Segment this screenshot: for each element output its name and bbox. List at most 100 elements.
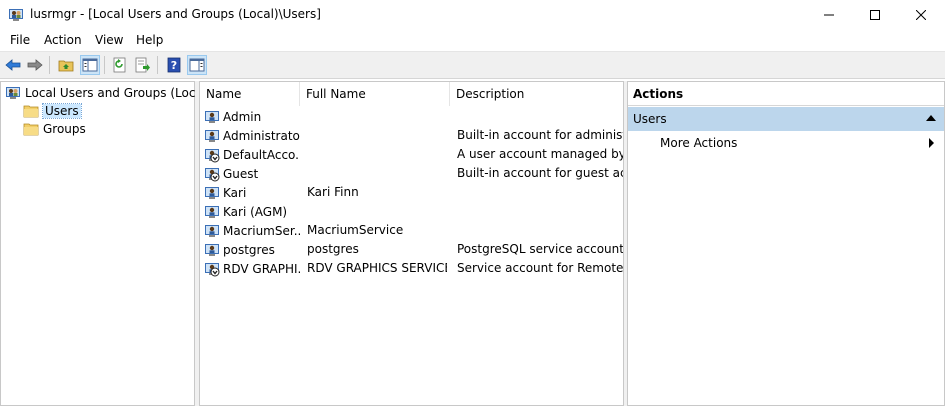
title-bar[interactable]: lusrmgr - [Local Users and Groups (Local… <box>0 0 945 30</box>
actions-section-users[interactable]: Users <box>628 107 944 131</box>
users-app-icon <box>9 9 23 21</box>
table-row[interactable]: RDV GRAPHI... RDV GRAPHICS SERVICE Service… <box>200 259 625 278</box>
cell-name: Kari <box>204 185 300 201</box>
disabled-user-icon <box>205 168 220 182</box>
cell-name: Administrator <box>204 128 300 144</box>
user-icon <box>205 206 219 218</box>
user-icon <box>205 130 219 142</box>
user-full-name: MacriumService <box>307 223 404 237</box>
refresh-icon <box>113 57 126 73</box>
column-header-name[interactable]: Name <box>200 82 300 106</box>
tree-item-label: Local Users and Groups (Local) <box>25 86 211 100</box>
column-header-full-name[interactable]: Full Name <box>300 82 450 106</box>
table-row[interactable]: Administrator Built-in account for admini… <box>200 126 625 145</box>
more-actions-label: More Actions <box>660 136 738 150</box>
svg-text:?: ? <box>171 59 177 72</box>
user-name: postgres <box>223 243 275 257</box>
user-name: Guest <box>223 167 259 181</box>
tree-item-groups[interactable]: Groups <box>23 120 86 138</box>
user-full-name: Kari Finn <box>307 185 359 199</box>
minimize-icon <box>824 14 834 16</box>
show-hide-console-tree-button[interactable] <box>80 55 100 75</box>
more-actions-item[interactable]: More Actions <box>628 133 944 153</box>
close-button[interactable] <box>898 0 944 30</box>
folder-icon <box>23 123 39 136</box>
user-name: Administrator <box>223 129 300 143</box>
table-row[interactable]: Guest Built-in account for guest acces <box>200 164 625 183</box>
menu-action[interactable]: Action <box>44 33 82 47</box>
user-name: Kari (AGM) <box>223 205 288 219</box>
user-description: Service account for Remote Des <box>457 261 623 275</box>
table-row[interactable]: Kari Kari Finn <box>200 183 625 202</box>
user-name: Kari <box>223 186 247 200</box>
table-row[interactable]: MacriumSer... MacriumService <box>200 221 625 240</box>
toolbar-separator <box>104 56 105 74</box>
user-name: MacriumSer... <box>223 224 300 238</box>
user-icon <box>205 111 219 123</box>
toolbar-separator <box>157 56 158 74</box>
disabled-user-icon <box>205 149 220 163</box>
disabled-user-icon <box>205 263 220 277</box>
show-hide-action-pane-button[interactable] <box>187 55 207 75</box>
up-one-level-button[interactable] <box>56 55 76 75</box>
user-description: Built-in account for administeri <box>457 128 623 142</box>
refresh-button[interactable] <box>110 55 130 75</box>
user-description: PostgreSQL service account <box>457 242 623 256</box>
menu-file[interactable]: File <box>10 33 30 47</box>
user-full-name: RDV GRAPHICS SERVICE <box>307 261 447 275</box>
users-list[interactable]: Name Full Name Description Admin Administ… <box>199 81 624 406</box>
show-hide-console-tree-icon <box>82 58 98 72</box>
submenu-arrow-icon <box>929 138 934 148</box>
tree-item-label: Users <box>42 103 82 119</box>
window-title: lusrmgr - [Local Users and Groups (Local… <box>30 7 321 21</box>
show-hide-action-pane-icon <box>189 58 205 72</box>
tree-item-users[interactable]: Users <box>23 102 82 120</box>
tree-item-root[interactable]: Local Users and Groups (Local) <box>5 84 211 102</box>
forward-arrow-icon <box>27 59 43 71</box>
table-row[interactable]: postgres postgres PostgreSQL service accou… <box>200 240 625 259</box>
maximize-button[interactable] <box>852 0 898 30</box>
table-row[interactable]: DefaultAcco... A user account managed by … <box>200 145 625 164</box>
cell-name: Guest <box>204 166 300 182</box>
back-arrow-icon <box>5 59 21 71</box>
menu-view[interactable]: View <box>95 33 123 47</box>
cell-name: postgres <box>204 242 300 258</box>
cell-name: Kari (AGM) <box>204 204 300 220</box>
back-button[interactable] <box>3 55 23 75</box>
collapse-icon[interactable] <box>926 115 936 121</box>
toolbar: ? <box>0 52 945 79</box>
user-icon <box>205 244 219 256</box>
maximize-icon <box>870 10 880 20</box>
cell-name: Admin <box>204 109 300 125</box>
user-icon <box>205 187 219 199</box>
menu-bar: File Action View Help <box>0 30 945 52</box>
export-list-icon <box>135 57 150 73</box>
console-tree[interactable]: Local Users and Groups (Local) Users Gro… <box>0 81 211 406</box>
help-button[interactable]: ? <box>164 55 184 75</box>
folder-icon <box>23 105 39 118</box>
tree-item-label: Groups <box>43 122 86 136</box>
user-full-name: postgres <box>307 242 359 256</box>
list-header: Name Full Name Description <box>200 82 625 106</box>
help-icon: ? <box>167 57 181 73</box>
menu-help[interactable]: Help <box>136 33 163 47</box>
user-icon <box>205 225 219 237</box>
table-row[interactable]: Admin <box>200 107 625 126</box>
user-name: DefaultAcco... <box>223 148 300 162</box>
user-description: A user account managed by the <box>457 147 623 161</box>
cell-name: DefaultAcco... <box>204 147 300 163</box>
table-row[interactable]: Kari (AGM) <box>200 202 625 221</box>
cell-name: RDV GRAPHI... <box>204 261 300 277</box>
minimize-button[interactable] <box>806 0 852 30</box>
export-list-button[interactable] <box>133 55 153 75</box>
column-header-description[interactable]: Description <box>450 82 625 106</box>
actions-title: Actions <box>628 82 944 106</box>
actions-section-label: Users <box>633 112 667 126</box>
user-name: Admin <box>223 110 262 124</box>
up-folder-icon <box>58 60 74 72</box>
user-description: Built-in account for guest acces <box>457 166 623 180</box>
lusrmgr-window: lusrmgr - [Local Users and Groups (Local… <box>0 0 945 406</box>
actions-pane: Actions Users More Actions <box>627 81 945 406</box>
local-users-groups-icon <box>6 87 20 99</box>
forward-button[interactable] <box>25 55 45 75</box>
